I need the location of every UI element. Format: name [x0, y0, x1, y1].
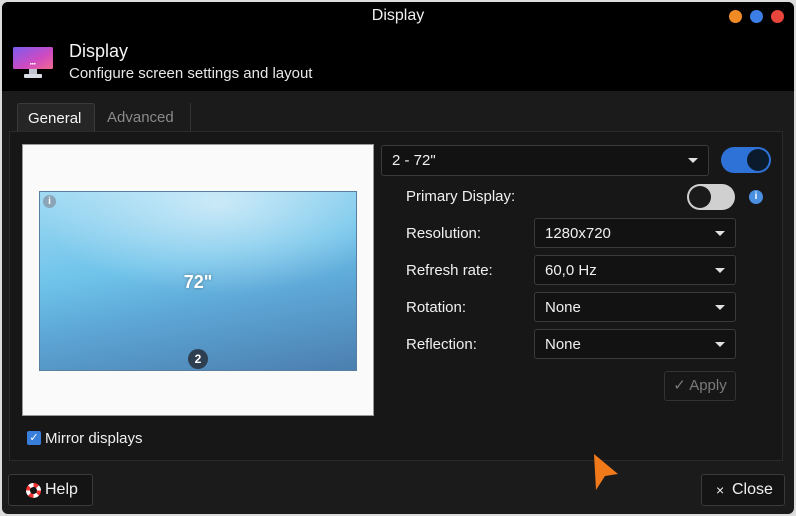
display-select[interactable]: 2 - 72" — [381, 145, 709, 176]
minimize-button[interactable] — [729, 10, 742, 23]
reflection-value: None — [545, 336, 581, 353]
checkmark-icon[interactable]: ✓ — [27, 431, 41, 445]
display-preview-screen[interactable]: i 72" 2 — [39, 191, 357, 371]
toggle-knob — [747, 149, 769, 171]
primary-display-label: Primary Display: — [406, 188, 516, 205]
display-number-badge: 2 — [188, 349, 208, 369]
help-button[interactable]: Help — [8, 474, 93, 506]
refresh-rate-select[interactable]: 60,0 Hz — [534, 255, 736, 285]
reflection-select[interactable]: None — [534, 329, 736, 359]
info-icon[interactable]: i — [43, 195, 56, 208]
chevron-down-icon — [688, 158, 698, 163]
display-enabled-toggle[interactable] — [721, 147, 771, 173]
mirror-displays-label: Mirror displays — [45, 430, 143, 447]
resolution-value: 1280x720 — [545, 225, 611, 242]
chevron-down-icon — [715, 231, 725, 236]
close-label: Close — [732, 481, 773, 498]
resolution-select[interactable]: 1280x720 — [534, 218, 736, 248]
rotation-select[interactable]: None — [534, 292, 736, 322]
close-button[interactable]: × Close — [701, 474, 785, 506]
chevron-down-icon — [715, 305, 725, 310]
lifebuoy-icon — [26, 483, 41, 498]
chevron-down-icon — [715, 268, 725, 273]
apply-button[interactable]: ✓ Apply — [664, 371, 736, 401]
rotation-label: Rotation: — [406, 299, 467, 316]
info-icon[interactable]: i — [749, 190, 763, 204]
dialog-header: Display Configure screen settings and la… — [2, 30, 794, 91]
mouse-cursor-icon — [594, 454, 618, 490]
tab-advanced[interactable]: Advanced — [97, 103, 191, 133]
header-subtitle: Configure screen settings and layout — [69, 65, 313, 82]
header-title: Display — [69, 41, 129, 61]
display-size-label: 72" — [183, 272, 213, 292]
title-bar: Display — [2, 2, 794, 30]
resolution-label: Resolution: — [406, 225, 482, 242]
maximize-button[interactable] — [750, 10, 763, 23]
close-window-button[interactable] — [771, 10, 784, 23]
rotation-value: None — [545, 299, 581, 316]
toggle-knob — [689, 186, 711, 208]
monitor-icon — [13, 47, 53, 78]
close-icon: × — [716, 482, 725, 498]
refresh-rate-label: Refresh rate: — [406, 262, 493, 279]
window-title: Display — [371, 7, 425, 24]
help-label: Help — [45, 481, 78, 498]
chevron-down-icon — [715, 342, 725, 347]
reflection-label: Reflection: — [406, 336, 477, 353]
display-select-value: 2 - 72" — [392, 152, 436, 169]
tab-general[interactable]: General — [17, 103, 95, 133]
refresh-rate-value: 60,0 Hz — [545, 262, 597, 279]
primary-display-toggle[interactable] — [687, 184, 735, 210]
